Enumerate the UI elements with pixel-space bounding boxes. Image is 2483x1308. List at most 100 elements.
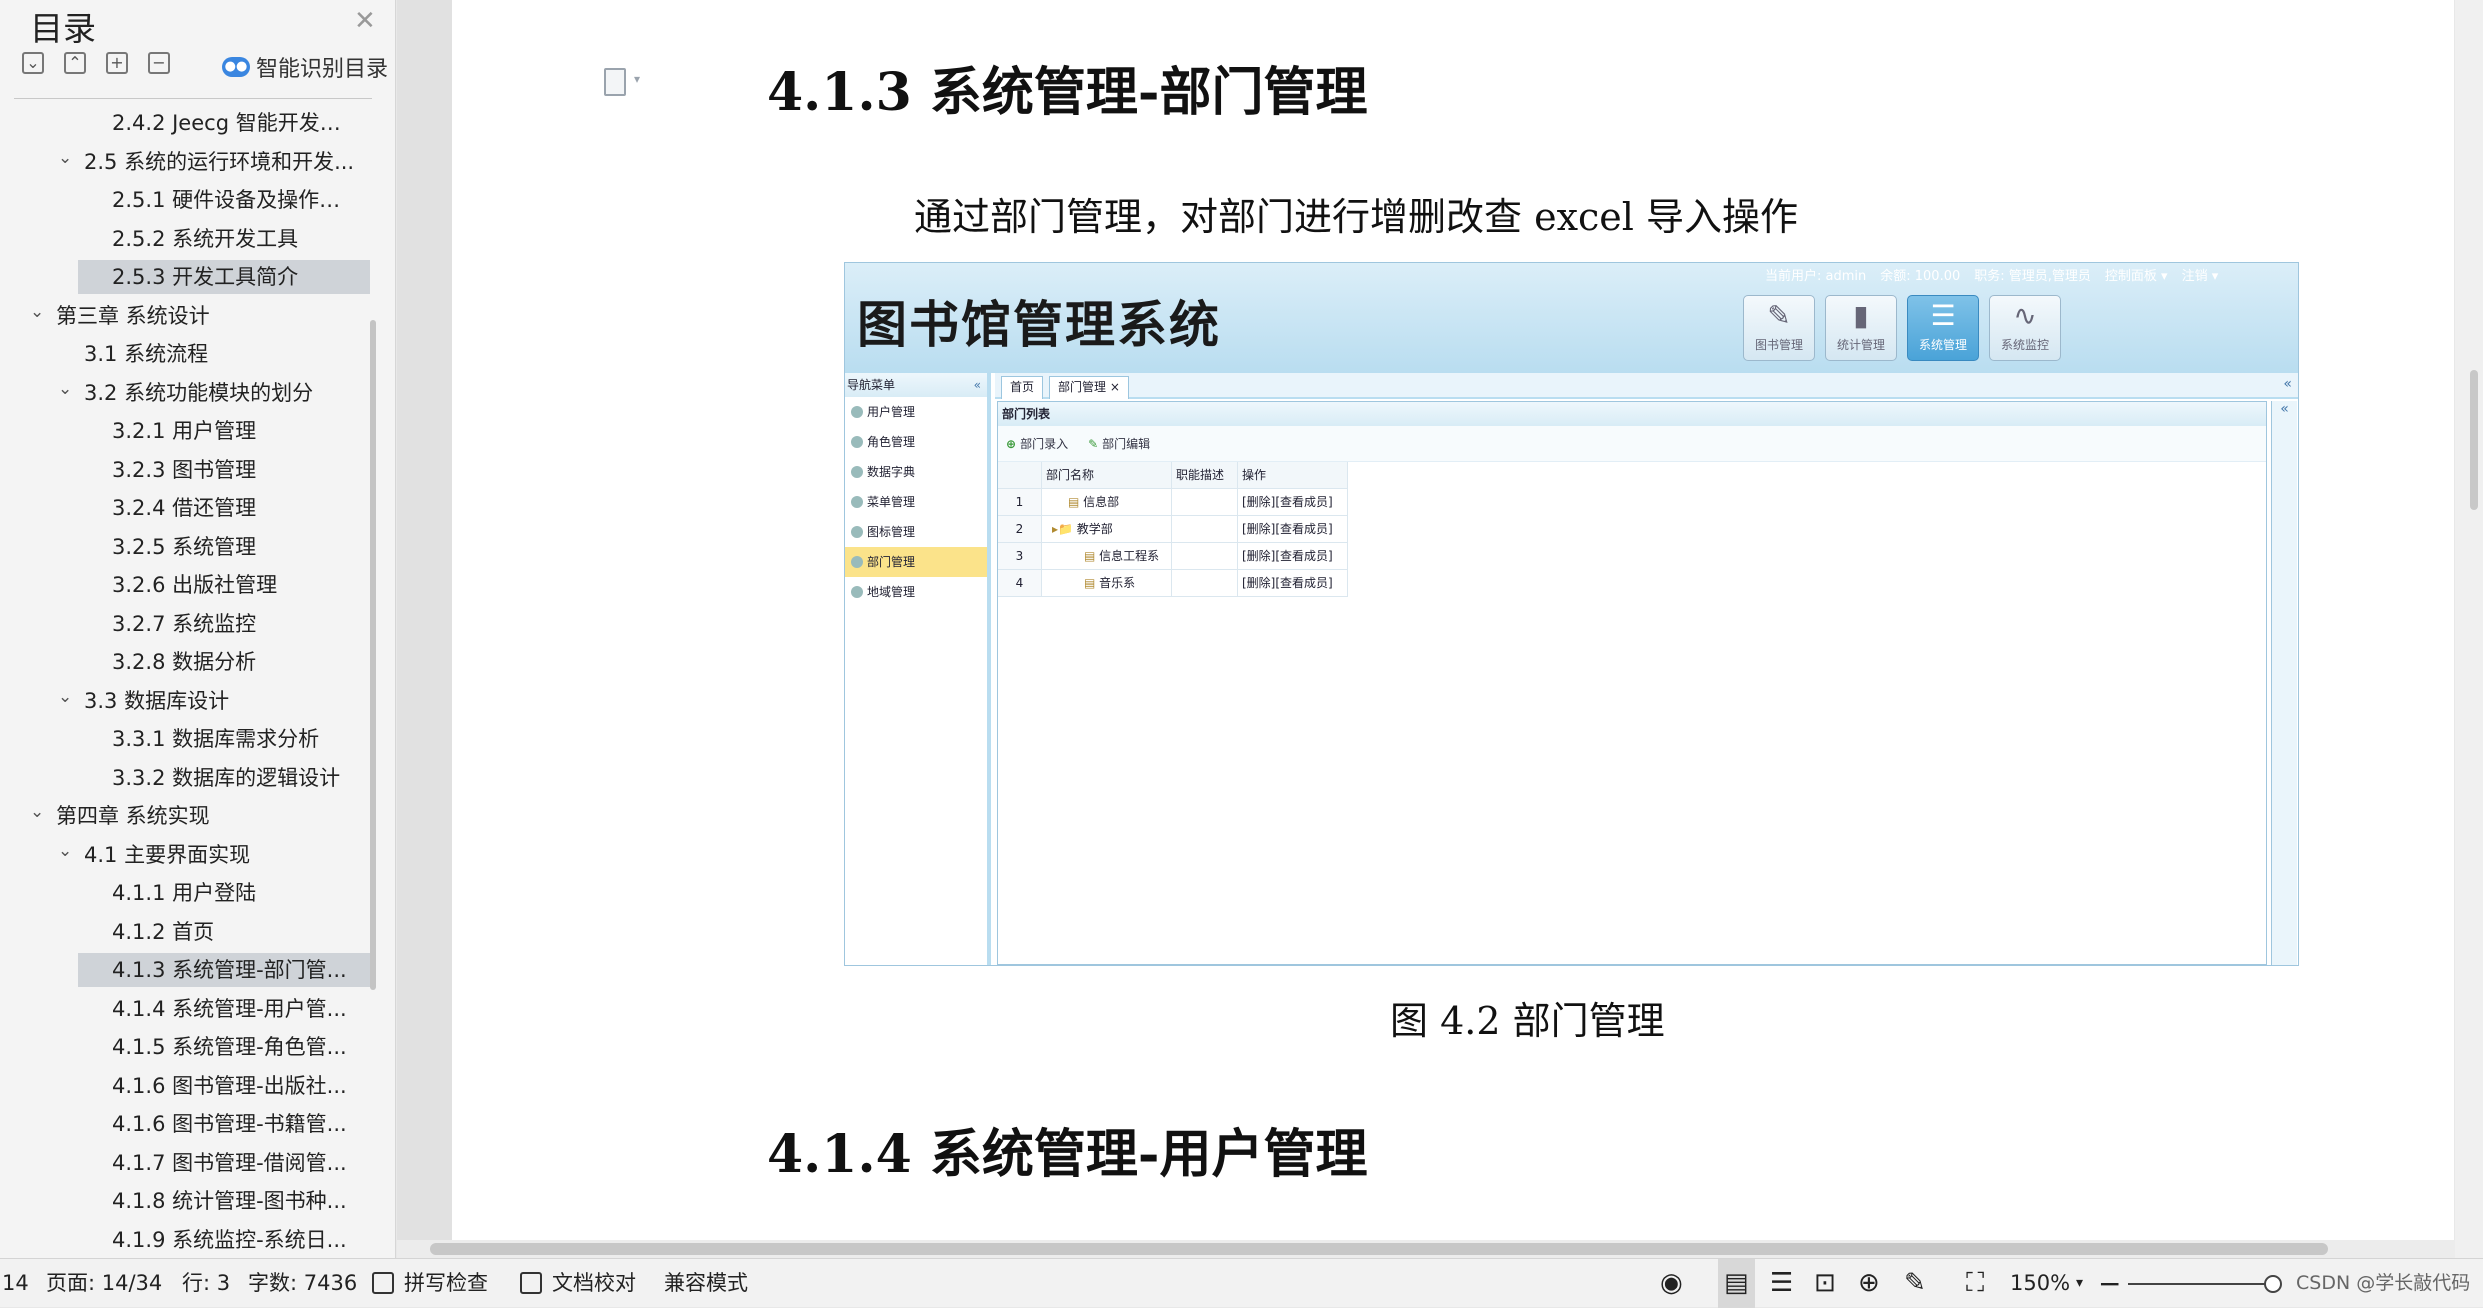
minus-icon[interactable]: − (148, 52, 170, 74)
toc-item[interactable]: 3.3.1 数据库需求分析 (112, 722, 360, 756)
nav-item-label: 地域管理 (867, 585, 916, 599)
document-icon[interactable] (604, 68, 626, 96)
zoom-slider-knob[interactable] (2264, 1275, 2282, 1293)
module-icon: ☰ (1930, 299, 1956, 332)
row-actions[interactable]: [删除][查看成员] (1238, 516, 1348, 543)
chevron-down-icon[interactable]: ⌄ (58, 141, 72, 175)
expand-up-icon[interactable]: ⌃ (64, 52, 86, 74)
web-view-icon[interactable]: ⊕ (1858, 1259, 1880, 1308)
module-button[interactable]: ☰ 系统管理 (1907, 295, 1979, 361)
word-count[interactable]: 字数: 7436 (248, 1259, 357, 1308)
spellcheck-icon[interactable] (372, 1272, 394, 1294)
module-button[interactable]: ∿ 系统监控 (1989, 295, 2061, 361)
outline-view-icon[interactable]: ☰ (1770, 1259, 1793, 1308)
read-view-icon[interactable]: ⊡ (1814, 1259, 1836, 1308)
toc-item[interactable]: 4.1.7 图书管理-借阅管... (112, 1146, 360, 1180)
chevron-down-icon[interactable]: ⌄ (58, 680, 72, 714)
toc-item[interactable]: 3.2.3 图书管理 (112, 453, 360, 487)
nav-item[interactable]: 图标管理 (845, 517, 987, 547)
toc-item[interactable]: 3.3.2 数据库的逻辑设计 (112, 761, 360, 795)
row-actions[interactable]: [删除][查看成员] (1238, 570, 1348, 597)
user-bar-item: 余额: 100.00 (1880, 269, 1961, 284)
toc-item[interactable]: 4.1.5 系统管理-角色管... (112, 1030, 360, 1064)
chevron-down-icon[interactable]: ⌄ (30, 795, 44, 829)
toc-item[interactable]: 3.2 系统功能模块的划分 (84, 376, 360, 410)
collapse-all-icon[interactable]: ⌄ (22, 52, 44, 74)
nav-item[interactable]: 菜单管理 (845, 487, 987, 517)
action-button[interactable]: ✎ 部门编辑 (1088, 435, 1150, 452)
toc-item[interactable]: 4.1 主要界面实现 (84, 838, 360, 872)
chevron-down-icon[interactable]: ▾ (634, 72, 640, 86)
nav-menu-header: 导航菜单 « (845, 373, 987, 397)
nav-item-icon (851, 556, 863, 568)
nav-item[interactable]: 角色管理 (845, 427, 987, 457)
page-view-icon[interactable]: ▤ (1718, 1259, 1755, 1308)
chevron-down-icon[interactable]: ▾ (2076, 1259, 2083, 1308)
eye-icon[interactable]: ◉ (1660, 1259, 1683, 1308)
vertical-scrollbar[interactable] (2455, 0, 2483, 1258)
row-actions[interactable]: [删除][查看成员] (1238, 543, 1348, 570)
row-actions[interactable]: [删除][查看成员] (1238, 489, 1348, 516)
toc-item[interactable]: 4.1.6 图书管理-书籍管... (112, 1107, 360, 1141)
module-button[interactable]: ▮ 统计管理 (1825, 295, 1897, 361)
toc-item[interactable]: 2.5.1 硬件设备及操作系... (112, 183, 360, 217)
nav-item[interactable]: 地域管理 (845, 577, 987, 607)
module-button[interactable]: ✎ 图书管理 (1743, 295, 1815, 361)
pen-icon[interactable]: ✎ (1904, 1259, 1926, 1308)
toc-item[interactable]: 第三章 系统设计 (56, 299, 360, 333)
toc-item[interactable]: 2.4.2 Jeecg 智能开发平... (112, 106, 360, 140)
nav-item[interactable]: 部门管理 (845, 547, 987, 577)
toc-item[interactable]: 第四章 系统实现 (56, 799, 360, 833)
toc-item[interactable]: 3.2.5 系统管理 (112, 530, 360, 564)
chevron-down-icon[interactable]: ⌄ (58, 372, 72, 406)
proofread-button[interactable]: 文档校对 (552, 1259, 636, 1308)
tab[interactable]: 首页 (1001, 376, 1044, 399)
toc-item[interactable]: 4.1.4 系统管理-用户管... (112, 992, 360, 1026)
fit-page-icon[interactable]: ⛶ (1966, 1259, 1984, 1308)
tab[interactable]: 部门管理 × (1049, 376, 1129, 399)
zoom-out-icon[interactable]: − (2098, 1259, 2121, 1308)
module-label: 统计管理 (1836, 338, 1885, 352)
chevron-down-icon[interactable]: ⌄ (58, 834, 72, 868)
toc-item[interactable]: 2.5.3 开发工具简介 (78, 260, 370, 294)
spellcheck-button[interactable]: 拼写检查 (404, 1259, 488, 1308)
toc-scrollbar[interactable] (370, 320, 376, 990)
toc-item[interactable]: 4.1.6 图书管理-出版社... (112, 1069, 360, 1103)
toc-item[interactable]: 4.1.8 统计管理-图书种... (112, 1184, 360, 1218)
toc-item[interactable]: 2.5.2 系统开发工具 (112, 222, 360, 256)
grid-header-cell (998, 462, 1042, 489)
nav-item[interactable]: 用户管理 (845, 397, 987, 427)
smart-toc-button[interactable]: ●● 智能识别目录 (222, 52, 388, 82)
toc-item[interactable]: 3.2.8 数据分析 (112, 645, 360, 679)
compat-mode: 兼容模式 (664, 1271, 748, 1295)
vertical-scrollbar-thumb[interactable] (2470, 370, 2478, 510)
zoom-slider[interactable] (2128, 1283, 2272, 1285)
user-bar-item[interactable]: 注销 ▾ (2182, 265, 2219, 284)
page-indicator[interactable]: 页面: 14/34 (46, 1259, 162, 1308)
zoom-level[interactable]: 150% (2010, 1259, 2070, 1308)
proofread-icon[interactable] (520, 1272, 542, 1294)
collapse-left-icon[interactable]: « (974, 373, 981, 397)
nav-item[interactable]: 数据字典 (845, 457, 987, 487)
toc-item[interactable]: 4.1.9 系统监控-系统日... (112, 1223, 360, 1257)
user-bar-item[interactable]: 控制面板 ▾ (2105, 265, 2168, 284)
chevron-down-icon[interactable]: ⌄ (30, 295, 44, 329)
toc-item[interactable]: 4.1.1 用户登陆 (112, 876, 360, 910)
toc-item[interactable]: 2.5 系统的运行环境和开发... (84, 145, 360, 179)
module-icon: ✎ (1767, 299, 1791, 332)
module-icon: ∿ (2013, 299, 2037, 332)
toc-item[interactable]: 4.1.2 首页 (112, 915, 360, 949)
toc-item[interactable]: 3.3 数据库设计 (84, 684, 360, 718)
toc-item[interactable]: 3.2.6 出版社管理 (112, 568, 360, 602)
action-button[interactable]: ⊕ 部门录入 (1006, 435, 1068, 452)
east-collapse-bar[interactable]: « (2271, 401, 2297, 965)
toc-item[interactable]: 4.1.3 系统管理-部门管... (78, 953, 370, 987)
toc-item[interactable]: 3.2.1 用户管理 (112, 414, 360, 448)
horizontal-scrollbar-thumb[interactable] (430, 1243, 2328, 1255)
toc-item[interactable]: 3.1 系统流程 (84, 337, 360, 371)
collapse-right-icon[interactable]: « (2283, 376, 2292, 392)
add-icon[interactable]: + (106, 52, 128, 74)
toc-item[interactable]: 3.2.4 借还管理 (112, 491, 360, 525)
close-icon[interactable]: ✕ (354, 6, 376, 36)
toc-item[interactable]: 3.2.7 系统监控 (112, 607, 360, 641)
